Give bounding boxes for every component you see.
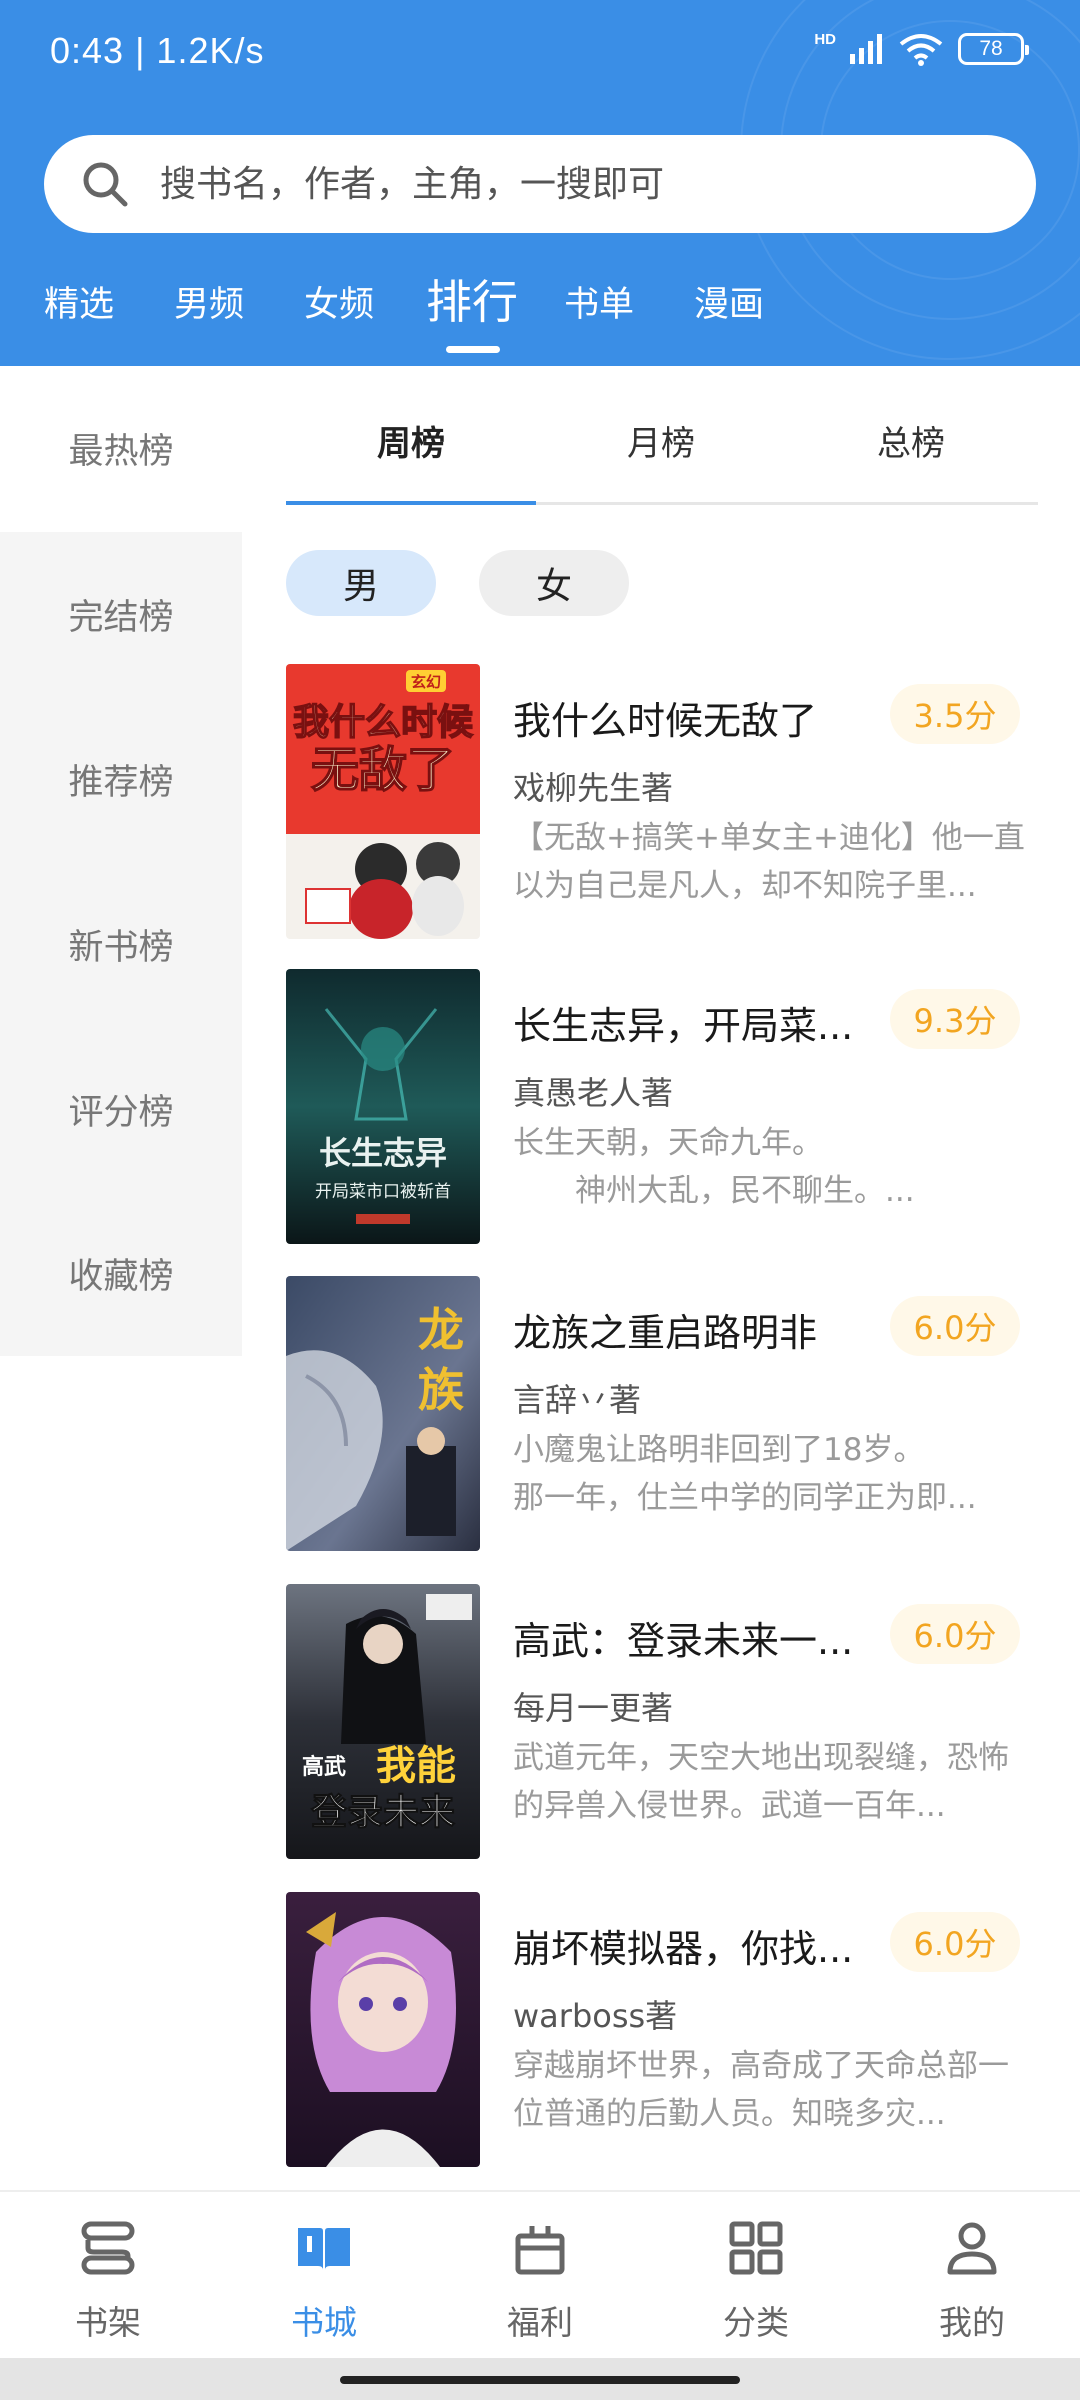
home-indicator[interactable] (340, 2376, 740, 2384)
book-author: 每月一更著 (513, 1689, 674, 1727)
tab-booklist[interactable]: 书单 (564, 276, 634, 327)
status-time: 0:43 | 1.2K/s (50, 30, 265, 71)
book-score: 6.0分 (890, 1296, 1020, 1356)
rank-sidebar: 最热榜 完结榜 推荐榜 新书榜 评分榜 收藏榜 (0, 366, 242, 1356)
book-item[interactable]: 崩坏模拟器，你找... 6.0分 warboss著 穿越崩坏世界，高奇成了天命总… (286, 1892, 1038, 2167)
user-icon (947, 2222, 997, 2275)
book-author: warboss著 (513, 1997, 678, 2035)
rank-item-new[interactable]: 新书榜 (0, 862, 242, 1027)
book-title: 高武：登录未来一... (513, 1619, 854, 1663)
gender-chip-female[interactable]: 女 (479, 550, 629, 616)
cover-title-line2: 族 (418, 1363, 464, 1417)
nav-benefits[interactable]: 福利 (432, 2192, 648, 2360)
gender-chip-male[interactable]: 男 (286, 550, 436, 616)
book-description: 穿越崩坏世界，高奇成了天命总部一位普通的后勤人员。知晓多灾... (513, 2048, 1009, 2132)
period-tabs: 周榜 月榜 总榜 (286, 366, 1038, 506)
cover-title-line1: 龙 (418, 1303, 464, 1357)
cover-tag: 高武 (302, 1754, 346, 1780)
book-score: 6.0分 (890, 1604, 1020, 1664)
book-author: 言辞丷著 (513, 1381, 642, 1419)
tab-all-time[interactable]: 总榜 (786, 416, 1036, 465)
book-title: 我什么时候无敌了 (513, 699, 818, 743)
gesture-area (0, 2358, 1080, 2400)
book-item[interactable]: 玄幻 我什么时候 无敌了 我什么时候无敌了 3.5分 戏柳先生著 【无敌+搞笑+… (286, 664, 1038, 939)
nav-label: 分类 (723, 2303, 789, 2342)
nav-label: 福利 (507, 2303, 573, 2342)
tab-comics[interactable]: 漫画 (694, 276, 764, 327)
tab-ranking[interactable]: 排行 (426, 266, 518, 332)
nav-bookshelf[interactable]: 书架 (0, 2192, 216, 2360)
book-score: 3.5分 (890, 684, 1020, 744)
book-author: 真愚老人著 (513, 1074, 674, 1112)
status-icons: HD 78 (814, 30, 1029, 66)
book-author: 戏柳先生著 (513, 769, 674, 807)
cover-title-line1: 长生志异 (319, 1134, 447, 1172)
bookshelf-icon (81, 2221, 135, 2275)
book-cover-art (286, 1892, 480, 2167)
tab-female[interactable]: 女频 (304, 276, 374, 327)
rank-item-completed[interactable]: 完结榜 (0, 532, 242, 697)
rank-item-rating[interactable]: 评分榜 (0, 1027, 242, 1192)
period-active-indicator (286, 501, 536, 505)
wifi-icon (899, 34, 943, 66)
rank-item-hot[interactable]: 最热榜 (0, 366, 242, 531)
cover-title-line2: 无敌了 (311, 742, 455, 798)
rank-item-recommended[interactable]: 推荐榜 (0, 697, 242, 862)
grid-icon (729, 2221, 783, 2275)
book-cover: 高武 我能 登录未来 (286, 1584, 480, 1859)
tab-featured[interactable]: 精选 (44, 276, 114, 327)
cover-title-line1: 我什么时候 (293, 702, 473, 743)
rank-item-favorites[interactable]: 收藏榜 (0, 1191, 242, 1356)
header: 0:43 | 1.2K/s HD 78 精选 男频 (0, 0, 1080, 366)
book-title: 崩坏模拟器，你找... (513, 1927, 854, 1971)
signal-icon (850, 34, 882, 64)
book-cover (286, 1892, 480, 2167)
book-cover-art: 长生志异 开局菜市口被斩首 (286, 969, 480, 1244)
book-cover: 长生志异 开局菜市口被斩首 (286, 969, 480, 1244)
status-bar: 0:43 | 1.2K/s HD 78 (0, 0, 1080, 110)
book-score: 9.3分 (890, 989, 1020, 1049)
book-description: 武道元年，天空大地出现裂缝，恐怖的异兽入侵世界。武道一百年... (513, 1740, 1009, 1824)
cover-tag: 玄幻 (411, 673, 441, 691)
battery-icon: 78 (958, 33, 1029, 65)
tab-weekly[interactable]: 周榜 (286, 416, 536, 465)
book-cover-art: 龙 族 (286, 1276, 480, 1551)
book-cover-art: 玄幻 我什么时候 无敌了 (286, 664, 480, 939)
book-item[interactable]: 高武 我能 登录未来 高武：登录未来一... 6.0分 每月一更著 武道元年，天… (286, 1584, 1038, 1859)
top-tabs: 精选 男频 女频 排行 书单 漫画 (0, 262, 1080, 353)
book-cover-art: 高武 我能 登录未来 (286, 1584, 480, 1859)
open-book-icon (298, 2228, 350, 2270)
cover-title-line2: 开局菜市口被斩首 (315, 1182, 451, 1202)
cover-title-line2: 登录未来 (310, 1792, 455, 1833)
book-item[interactable]: 长生志异 开局菜市口被斩首 长生志异，开局菜... 9.3分 真愚老人著 长生天… (286, 969, 1038, 1244)
nav-bookstore[interactable]: 书城 (216, 2192, 432, 2360)
cover-title-line1: 我能 (376, 1743, 456, 1789)
bottom-nav: 书架 书城 福利 分类 我的 (0, 2190, 1080, 2358)
tab-monthly[interactable]: 月榜 (536, 416, 786, 465)
gift-icon (515, 2226, 565, 2275)
book-item[interactable]: 龙 族 龙族之重启路明非 6.0分 言辞丷著 小魔鬼让路明非回到了18岁。 那一… (286, 1276, 1038, 1551)
nav-profile[interactable]: 我的 (864, 2192, 1080, 2360)
nav-label: 书架 (75, 2303, 141, 2342)
nav-category[interactable]: 分类 (648, 2192, 864, 2360)
nav-label: 书城 (291, 2303, 357, 2342)
book-title: 龙族之重启路明非 (513, 1311, 818, 1355)
book-score: 6.0分 (890, 1912, 1020, 1972)
nav-label: 我的 (939, 2303, 1005, 2342)
search-icon (83, 162, 128, 207)
book-cover: 玄幻 我什么时候 无敌了 (286, 664, 480, 939)
active-tab-indicator (446, 346, 500, 353)
hd-indicator: HD (814, 30, 836, 48)
battery-level: 78 (979, 37, 1003, 60)
book-description: 长生天朝，天命九年。 神州大乱，民不聊生。... (513, 1125, 915, 1209)
book-cover: 龙 族 (286, 1276, 480, 1551)
book-description: 小魔鬼让路明非回到了18岁。 那一年，仕兰中学的同学正为即... (513, 1432, 977, 1516)
search-input[interactable] (160, 163, 960, 205)
tab-male[interactable]: 男频 (174, 276, 244, 327)
book-description: 【无敌+搞笑+单女主+迪化】他一直以为自己是凡人，却不知院子里... (513, 820, 1025, 904)
book-title: 长生志异，开局菜... (513, 1004, 854, 1048)
search-bar[interactable] (44, 135, 1036, 233)
